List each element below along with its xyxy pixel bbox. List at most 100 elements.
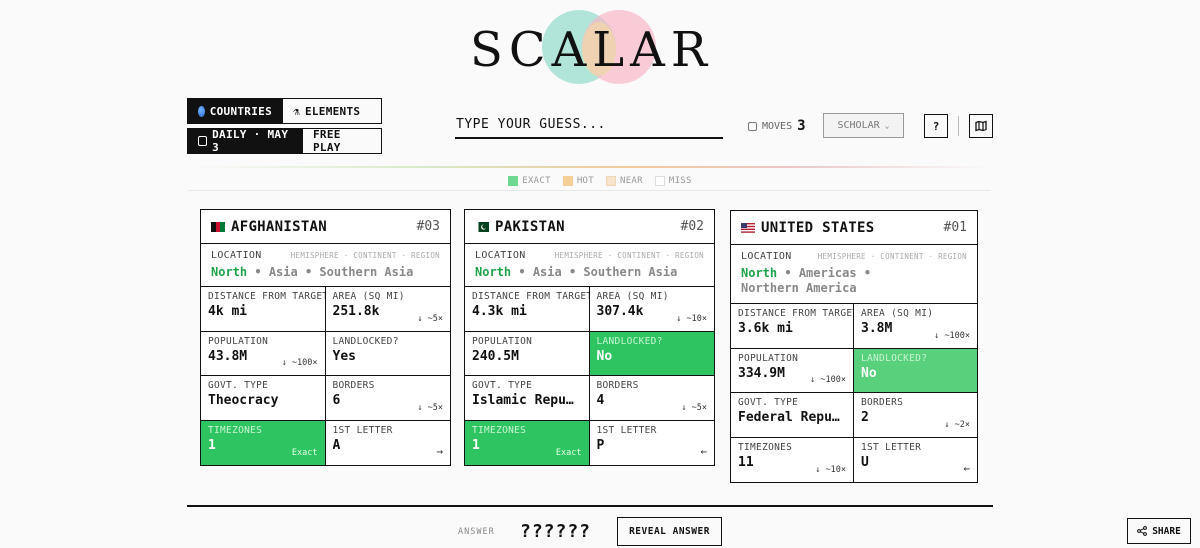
- cell-value: Federal Republic: [738, 410, 846, 425]
- cell-value: 4k mi: [208, 304, 248, 319]
- free-play-tab[interactable]: FREE PLAY: [303, 128, 382, 154]
- reveal-answer-button[interactable]: REVEAL ANSWER: [617, 517, 722, 546]
- location-sublabel: HEMISPHERE · CONTINENT · REGION: [554, 251, 704, 260]
- borders-cell: BORDERS 2 ↓ ~2×: [854, 393, 977, 438]
- hemisphere-value: North: [211, 265, 248, 279]
- moves-counter: MOVES 3: [748, 118, 806, 134]
- borders-cell: BORDERS 6 ↓ ~5×: [325, 376, 450, 421]
- govt-type-cell: GOVT. TYPE Federal Republic: [731, 393, 854, 438]
- cell-hint: ←: [963, 462, 970, 475]
- calendar-icon: [198, 136, 208, 146]
- legend-label: HOT: [576, 176, 594, 186]
- chevron-down-icon: ⌄: [884, 121, 890, 130]
- region-value: Southern Asia: [583, 265, 678, 279]
- cell-label: BORDERS: [596, 380, 639, 391]
- timezones-cell: TIMEZONES 1 Exact: [465, 420, 590, 465]
- first-letter-cell: 1ST LETTER A →: [326, 421, 451, 466]
- logo: SCALAR: [470, 8, 730, 84]
- legend-item-near: NEAR: [606, 176, 643, 186]
- cell-label: DISTANCE FROM TARGET: [472, 291, 590, 302]
- share-label: SHARE: [1152, 525, 1181, 537]
- cell-value: Islamic Republic: [472, 393, 582, 408]
- guess-number: #02: [680, 219, 704, 234]
- legend-label: EXACT: [522, 176, 551, 186]
- share-button[interactable]: SHARE: [1127, 518, 1191, 544]
- first-letter-cell: 1ST LETTER P ←: [590, 421, 715, 466]
- share-icon: [1137, 526, 1148, 536]
- globe-icon: [198, 105, 205, 117]
- continent-value: Americas: [798, 266, 857, 280]
- help-button[interactable]: ?: [924, 114, 948, 138]
- hemisphere-value: North: [741, 266, 778, 280]
- cell-label: TIMEZONES: [738, 441, 793, 453]
- guess-card-pakistan: PAKISTAN #02 LOCATION HEMISPHERE · CONTI…: [464, 209, 715, 466]
- countries-label: COUNTRIES: [209, 104, 272, 118]
- cell-label: DISTANCE FROM TARGET: [208, 291, 326, 302]
- population-cell: POPULATION 43.8M ↓ ~100×: [201, 331, 326, 376]
- countries-tab[interactable]: COUNTRIES: [187, 98, 283, 124]
- moves-value: 3: [797, 118, 806, 134]
- cell-value: P: [596, 437, 605, 453]
- difficulty-value: SCHOLAR: [837, 120, 880, 131]
- cell-hint: ↓ ~10×: [676, 313, 707, 324]
- elements-tab[interactable]: ⚗ ELEMENTS: [283, 98, 382, 124]
- app-title: SCALAR: [470, 22, 713, 78]
- location-cell: LOCATION HEMISPHERE · CONTINENT · REGION…: [731, 245, 977, 304]
- legend-item-hot: HOT: [562, 176, 594, 186]
- daily-tab[interactable]: DAILY · MAY 3: [187, 128, 303, 154]
- cell-hint: ↓ ~100×: [810, 375, 846, 385]
- continent-value: Asia: [532, 265, 562, 279]
- cell-label: 1ST LETTER: [596, 424, 657, 436]
- legend-label: NEAR: [620, 176, 643, 186]
- legend-swatch: [508, 176, 519, 186]
- cell-hint: ↓ ~10×: [815, 465, 846, 475]
- map-button[interactable]: [969, 114, 993, 138]
- cell-label: GOVT. TYPE: [738, 397, 799, 408]
- guess-input[interactable]: [455, 112, 723, 139]
- location-cell: LOCATION HEMISPHERE · CONTINENT · REGION…: [465, 244, 714, 287]
- cell-hint: ↓ ~5×: [681, 402, 707, 413]
- cell-label: BORDERS: [861, 397, 904, 408]
- cell-hint: ↓ ~5×: [417, 313, 443, 324]
- hemisphere-value: North: [475, 265, 512, 279]
- location-cell: LOCATION HEMISPHERE · CONTINENT · REGION…: [201, 244, 450, 287]
- afghanistan-flag-icon: [211, 221, 225, 232]
- cell-label: POPULATION: [472, 335, 533, 347]
- cell-hint: ↓ ~100×: [934, 330, 970, 341]
- borders-cell: BORDERS 4 ↓ ~5×: [589, 376, 714, 421]
- govt-type-cell: GOVT. TYPE Theocracy: [201, 376, 326, 421]
- cell-label: TIMEZONES: [472, 424, 527, 436]
- legend-item-miss: MISS: [654, 176, 692, 186]
- timezones-cell: TIMEZONES 1 Exact: [201, 420, 326, 465]
- cell-hint: ↓ ~5×: [417, 402, 443, 413]
- cell-hint: →: [436, 445, 443, 458]
- area-cell: AREA (SQ MI) 307.4k ↓ ~10×: [589, 287, 714, 332]
- free-play-label: FREE PLAY: [313, 128, 341, 154]
- divider: [958, 116, 959, 136]
- location-label: LOCATION: [475, 250, 526, 261]
- difficulty-dropdown[interactable]: SCHOLAR ⌄: [823, 113, 904, 138]
- first-letter-cell: 1ST LETTER U ←: [854, 438, 977, 483]
- region-value: Southern Asia: [319, 265, 414, 279]
- legend-item-exact: EXACT: [508, 176, 551, 186]
- usa-flag-icon: [741, 222, 755, 233]
- cell-value: 240.5M: [472, 348, 519, 364]
- cell-label: POPULATION: [738, 352, 799, 364]
- play-mode-toggle: DAILY · MAY 3 FREE PLAY: [187, 128, 382, 154]
- help-label: ?: [932, 119, 940, 133]
- guess-card-united-states: UNITED STATES #01 LOCATION HEMISPHERE · …: [730, 210, 978, 483]
- cell-value: A: [332, 437, 341, 453]
- moves-label: MOVES: [762, 120, 793, 132]
- legend-swatch: [606, 176, 616, 186]
- legend-divider: [188, 190, 991, 191]
- cell-label: LANDLOCKED?: [596, 335, 663, 347]
- answer-label: ANSWER: [458, 527, 495, 537]
- cell-label: AREA (SQ MI): [861, 308, 934, 319]
- distance-cell: DISTANCE FROM TARGET 4.3k mi: [465, 287, 590, 332]
- location-label: LOCATION: [741, 251, 792, 262]
- guess-card-afghanistan: AFGHANISTAN #03 LOCATION HEMISPHERE · CO…: [200, 209, 451, 466]
- legend: EXACT HOT NEAR MISS: [0, 176, 1200, 186]
- distance-cell: DISTANCE FROM TARGET 4k mi: [201, 287, 326, 332]
- landlocked-cell: LANDLOCKED? No: [589, 331, 714, 376]
- pakistan-flag-icon: [475, 221, 489, 232]
